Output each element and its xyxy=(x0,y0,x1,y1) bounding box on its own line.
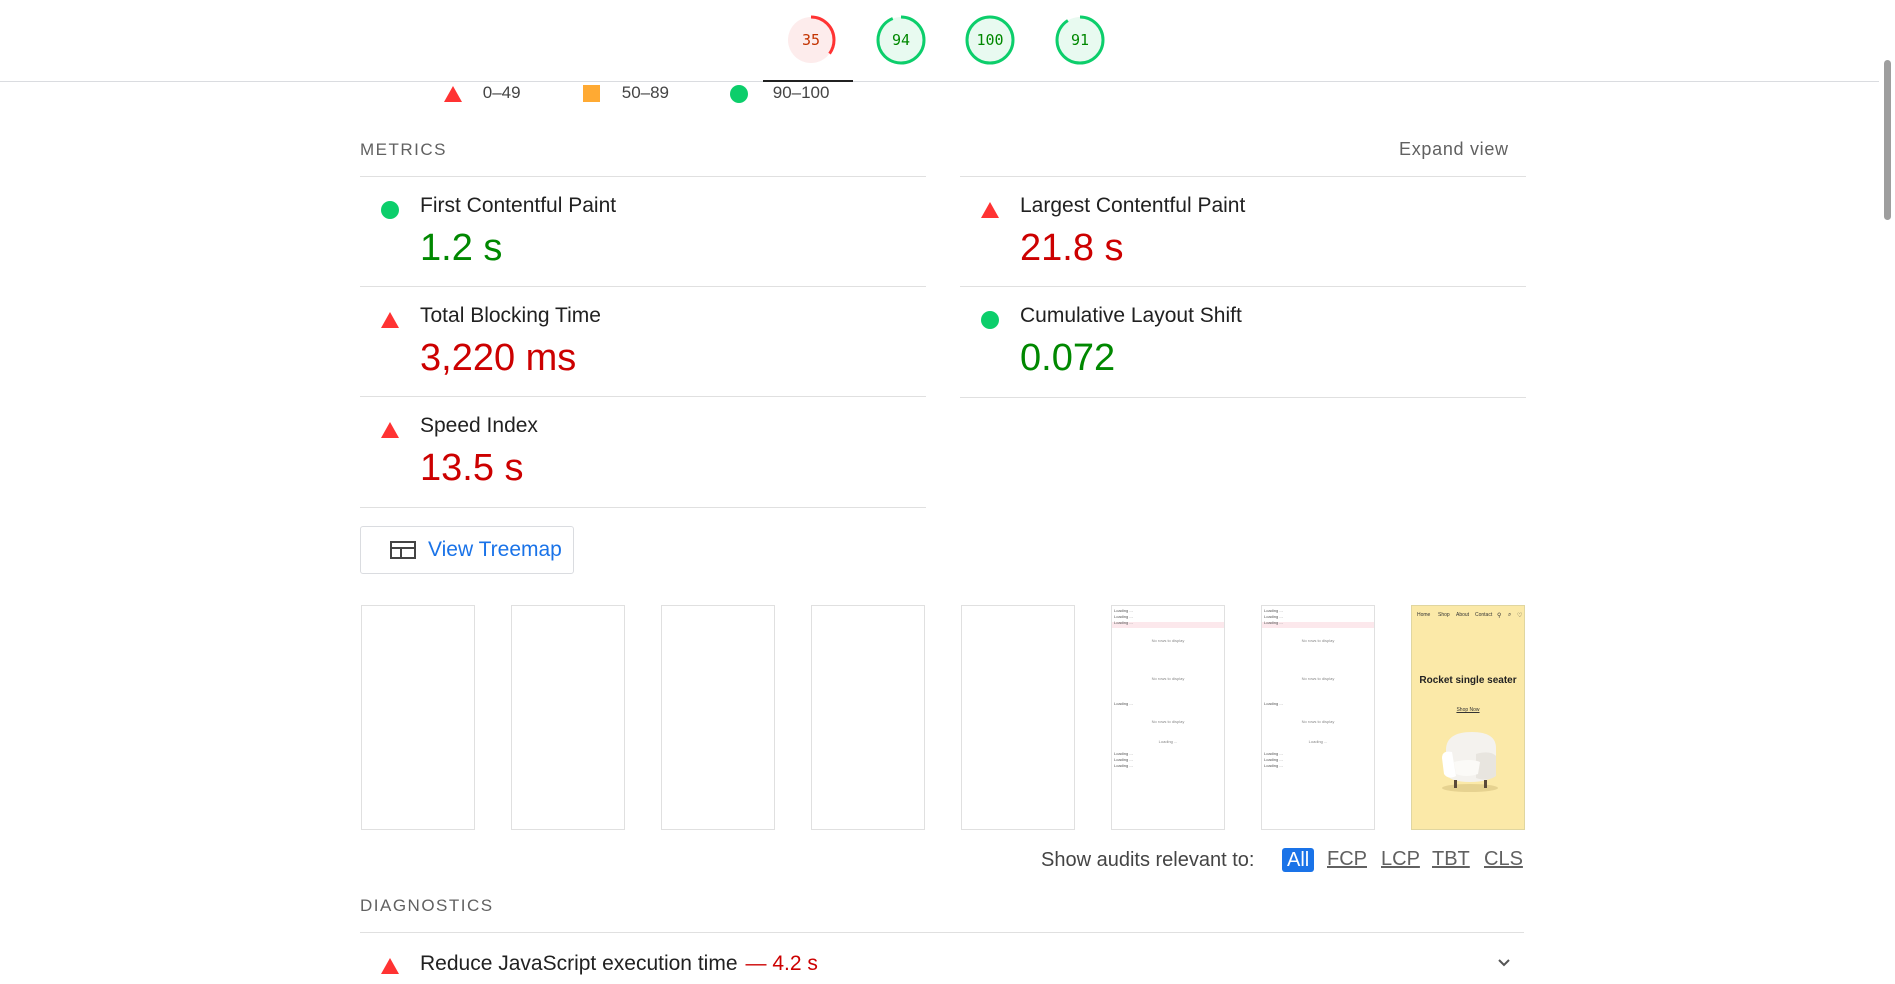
filmstrip-frame xyxy=(961,605,1075,830)
metric-value: 13.5 s xyxy=(420,447,524,489)
green-circle-icon xyxy=(730,84,748,103)
nav-link: About xyxy=(1456,612,1470,618)
red-triangle-icon xyxy=(381,957,399,975)
no-rows-text: No rows to display xyxy=(1151,676,1185,681)
loading-text: Loading ... xyxy=(1114,608,1133,613)
no-rows-text: No rows to display xyxy=(1301,719,1335,724)
green-circle-icon xyxy=(981,311,999,329)
diagnostic-value: — 4.2 s xyxy=(745,952,818,975)
loading-text: Loading ... xyxy=(1114,614,1133,619)
filmstrip-frame xyxy=(661,605,775,830)
filmstrip-frame: Loading ... Loading ... Loading ... No r… xyxy=(1111,605,1225,830)
filmstrip-frame: Loading ... Loading ... Loading ... No r… xyxy=(1261,605,1375,830)
metric-cls: Cumulative Layout Shift 0.072 xyxy=(960,286,1526,398)
scrollbar-thumb[interactable] xyxy=(1884,60,1891,220)
metric-name: Speed Index xyxy=(420,414,538,437)
treemap-label: View Treemap xyxy=(428,538,562,561)
metric-name: Cumulative Layout Shift xyxy=(1020,304,1242,327)
orange-square-icon xyxy=(583,85,600,103)
red-triangle-icon xyxy=(381,421,399,439)
filter-label: Show audits relevant to: xyxy=(1041,849,1255,871)
metric-name: Total Blocking Time xyxy=(420,304,601,327)
red-triangle-icon xyxy=(981,201,999,219)
filter-chip-fcp[interactable]: FCP xyxy=(1327,848,1367,871)
loading-text: Loading ... xyxy=(1264,763,1283,768)
legend-label: 50–89 xyxy=(621,83,670,102)
red-triangle-icon xyxy=(381,311,399,329)
best-practices-gauge[interactable]: 100 xyxy=(963,13,1017,67)
loading-text: Loading ... xyxy=(1308,739,1328,744)
diagnostic-title: Reduce JavaScript execution time — 4.2 s xyxy=(420,952,818,976)
no-rows-text: No rows to display xyxy=(1301,638,1335,643)
gauge-score: 91 xyxy=(1070,31,1090,49)
filter-chip-all[interactable]: All xyxy=(1282,848,1315,872)
legend-label: 90–100 xyxy=(772,83,830,102)
search-icon: ⌕ xyxy=(1508,612,1512,618)
armchair-image xyxy=(1442,732,1498,792)
loading-text: Loading ... xyxy=(1264,751,1283,756)
diagnostics-heading: DIAGNOSTICS xyxy=(360,896,494,915)
filmstrip-frame-final: Home Shop About Contact ⚲ ⌕ ♡ Rocket sin… xyxy=(1411,605,1525,830)
loading-text: Loading ... xyxy=(1264,701,1283,706)
nav-link: Shop xyxy=(1438,612,1450,618)
no-rows-text: No rows to display xyxy=(1301,676,1335,681)
page-scrollbar[interactable] xyxy=(1879,0,1895,983)
nav-link: Contact xyxy=(1475,612,1493,618)
loading-text: Loading ... xyxy=(1114,751,1133,756)
loading-text: Loading ... xyxy=(1114,757,1133,762)
user-icon: ⚲ xyxy=(1497,613,1502,619)
nav-link: Home xyxy=(1417,612,1431,618)
chevron-down-icon[interactable] xyxy=(1496,955,1512,971)
diagnostic-title-text: Reduce JavaScript execution time xyxy=(420,952,738,975)
hero-title: Rocket single seater xyxy=(1419,675,1517,686)
loading-text: Loading ... xyxy=(1264,757,1283,762)
gauge-score: 94 xyxy=(891,31,911,49)
filmstrip-frame xyxy=(511,605,625,830)
legend-label: 0–49 xyxy=(482,83,521,102)
loading-text: Loading ... xyxy=(1264,614,1283,619)
expand-view-button[interactable]: Expand view xyxy=(1399,139,1509,160)
filmstrip-frame xyxy=(361,605,475,830)
green-circle-icon xyxy=(381,201,399,219)
metric-name: Largest Contentful Paint xyxy=(1020,194,1246,217)
gauge-score: 100 xyxy=(976,31,1004,49)
treemap-icon xyxy=(390,541,416,559)
filter-chip-cls[interactable]: CLS xyxy=(1484,848,1523,871)
metric-lcp: Largest Contentful Paint 21.8 s xyxy=(960,176,1526,287)
metric-speed-index: Speed Index 13.5 s xyxy=(360,396,926,508)
seo-gauge[interactable]: 91 xyxy=(1053,13,1107,67)
diagnostic-item[interactable]: Reduce JavaScript execution time — 4.2 s xyxy=(360,932,1524,984)
metric-fcp: First Contentful Paint 1.2 s xyxy=(360,176,926,287)
metric-tbt: Total Blocking Time 3,220 ms xyxy=(360,286,926,397)
view-treemap-button[interactable]: View Treemap xyxy=(360,526,574,574)
loading-text: Loading ... xyxy=(1264,620,1283,625)
loading-text: Loading ... xyxy=(1158,739,1178,744)
no-rows-text: No rows to display xyxy=(1151,719,1185,724)
loading-text: Loading ... xyxy=(1264,608,1283,613)
metric-value: 3,220 ms xyxy=(420,337,577,379)
metric-name: First Contentful Paint xyxy=(420,194,617,217)
gauge-score: 35 xyxy=(801,31,821,49)
filmstrip-frame xyxy=(811,605,925,830)
legend-fail: 0–49 xyxy=(444,82,521,104)
metric-value: 21.8 s xyxy=(1020,227,1124,269)
heart-icon: ♡ xyxy=(1517,613,1523,619)
loading-text: Loading ... xyxy=(1114,701,1133,706)
metrics-heading: METRICS xyxy=(360,140,447,159)
legend-pass: 90–100 xyxy=(730,82,829,104)
filter-chip-tbt[interactable]: TBT xyxy=(1432,848,1470,871)
loading-text: Loading ... xyxy=(1114,620,1133,625)
legend-average: 50–89 xyxy=(583,82,669,104)
accessibility-gauge[interactable]: 94 xyxy=(874,13,928,67)
metric-value: 0.072 xyxy=(1020,337,1116,379)
metric-value: 1.2 s xyxy=(420,227,503,269)
loading-text: Loading ... xyxy=(1114,763,1133,768)
no-rows-text: No rows to display xyxy=(1151,638,1185,643)
scores-header: 35 94 100 91 xyxy=(0,0,1895,82)
filter-chip-lcp[interactable]: LCP xyxy=(1381,848,1420,871)
shop-now-link: Shop Now xyxy=(1456,707,1480,713)
performance-gauge[interactable]: 35 xyxy=(784,13,838,67)
red-triangle-icon xyxy=(444,85,462,102)
